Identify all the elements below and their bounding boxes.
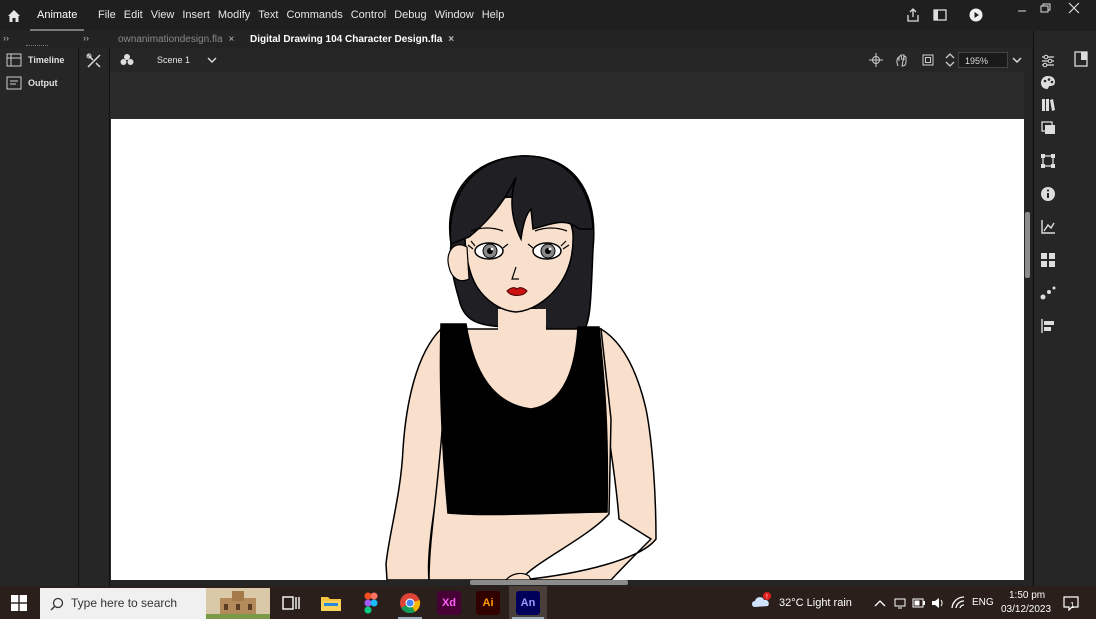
ear	[447, 244, 470, 282]
adobe-illustrator-icon[interactable]: Ai	[476, 591, 500, 615]
rotation-hand-icon[interactable]	[894, 52, 910, 68]
menu-edit[interactable]: Edit	[120, 0, 147, 31]
panel-item-output[interactable]: Output	[6, 74, 58, 92]
taskbar-search-input[interactable]: Type here to search	[40, 588, 270, 619]
windows-start-icon[interactable]	[11, 595, 27, 611]
transform-icon[interactable]	[1039, 152, 1057, 170]
figma-icon[interactable]	[359, 591, 383, 615]
edit-toolbar-icon[interactable]	[86, 53, 102, 69]
menu-debug[interactable]: Debug	[390, 0, 430, 31]
color-palette-icon[interactable]	[1039, 74, 1057, 92]
right-eye-highlight	[548, 247, 552, 251]
left-eye-highlight	[490, 247, 494, 251]
vertical-scroll-thumb[interactable]	[1025, 212, 1030, 278]
timeline-icon	[6, 53, 22, 67]
close-window-icon[interactable]	[1066, 2, 1082, 14]
menu-view[interactable]: View	[147, 0, 179, 31]
input-language[interactable]: ENG	[972, 597, 994, 608]
tab-label: ownanimationdesign.fla	[118, 34, 223, 45]
weather-rain-icon[interactable]: !	[750, 592, 774, 612]
search-placeholder: Type here to search	[71, 596, 178, 610]
tab-ownanimationdesign[interactable]: ownanimationdesign.fla ×	[118, 31, 234, 48]
scene-icon	[120, 54, 134, 65]
close-tab-icon[interactable]: ×	[448, 31, 454, 48]
menu-insert[interactable]: Insert	[178, 0, 214, 31]
document-tab-bar: ›› ›› ownanimationdesign.fla × Digital D…	[0, 31, 1096, 48]
scene-label[interactable]: Scene 1	[157, 55, 190, 65]
horizontal-scroll-thumb[interactable]	[470, 580, 628, 585]
center-stage-icon[interactable]	[869, 53, 883, 67]
network-status-icon[interactable]	[893, 596, 907, 610]
info-icon[interactable]	[1039, 185, 1057, 203]
right-panel	[1033, 31, 1096, 586]
zoom-dropdown-chevron-icon[interactable]	[1012, 56, 1022, 64]
adobe-animate-icon[interactable]: An	[516, 591, 540, 615]
clip-content-icon[interactable]	[921, 53, 935, 67]
task-view-icon[interactable]	[279, 591, 303, 615]
panel-layout-icon[interactable]	[933, 8, 947, 22]
tab-character-design[interactable]: Digital Drawing 104 Character Design.fla…	[250, 31, 454, 48]
character-drawing	[385, 155, 657, 580]
collapse-tools-icon[interactable]: ››	[83, 33, 89, 43]
battery-icon[interactable]	[912, 596, 926, 610]
adobe-xd-icon[interactable]: Xd	[437, 591, 461, 615]
motion-editor-icon[interactable]	[1039, 218, 1057, 236]
file-explorer-icon[interactable]	[319, 591, 343, 615]
menu-file[interactable]: File	[94, 0, 120, 31]
search-icon	[50, 597, 64, 611]
test-movie-play-icon[interactable]	[969, 8, 983, 22]
notification-count: 1	[1070, 601, 1075, 610]
restore-icon[interactable]	[1037, 3, 1053, 15]
wifi-icon[interactable]	[951, 596, 967, 610]
menu-modify[interactable]: Modify	[214, 0, 254, 31]
menu-control[interactable]: Control	[347, 0, 390, 31]
menu-commands[interactable]: Commands	[282, 0, 346, 31]
speaker-icon[interactable]	[930, 596, 944, 610]
align-icon[interactable]	[1039, 317, 1057, 335]
components-icon[interactable]	[1039, 251, 1057, 269]
weather-text[interactable]: 32°C Light rain	[779, 597, 852, 609]
scene-bar: Scene 1	[110, 48, 1032, 72]
panel-item-label: Output	[28, 78, 58, 88]
chevron-down-icon[interactable]	[207, 56, 217, 64]
home-icon[interactable]	[6, 8, 22, 24]
menu-help[interactable]: Help	[478, 0, 509, 31]
clock-time[interactable]: 1:50 pm	[1009, 590, 1045, 601]
motion-presets-icon[interactable]	[1039, 284, 1057, 302]
menu-text[interactable]: Text	[254, 0, 282, 31]
menu-bar: Animate File Edit View Insert Modify Tex…	[0, 0, 1096, 31]
zoom-input[interactable]: 195%	[958, 52, 1008, 68]
minimize-icon[interactable]	[1014, 5, 1030, 17]
share-icon[interactable]	[906, 8, 920, 22]
output-icon	[6, 76, 22, 90]
neck	[498, 309, 546, 343]
properties-sliders-icon[interactable]	[1039, 52, 1057, 70]
collapse-left-icon[interactable]: ››	[3, 33, 9, 43]
properties-panel-icon[interactable]	[1073, 51, 1089, 67]
panel-item-timeline[interactable]: Timeline	[6, 51, 64, 69]
tab-label: Digital Drawing 104 Character Design.fla	[250, 34, 443, 45]
main-menu: File Edit View Insert Modify Text Comman…	[94, 0, 508, 31]
chrome-icon[interactable]	[398, 591, 422, 615]
chevron-up-icon[interactable]	[874, 598, 886, 608]
menu-window[interactable]: Window	[431, 0, 478, 31]
search-highlight-image-icon	[206, 588, 270, 619]
library-icon[interactable]	[1039, 96, 1057, 114]
assets-icon[interactable]	[1039, 119, 1057, 137]
close-tab-icon[interactable]: ×	[229, 31, 235, 48]
clock-date[interactable]: 03/12/2023	[1001, 604, 1051, 615]
vertical-scrollbar[interactable]	[1024, 72, 1032, 580]
stage-canvas[interactable]	[111, 119, 1024, 580]
workspace-tab-animate[interactable]: Animate	[30, 0, 85, 31]
left-panel: Timeline Output	[0, 45, 79, 586]
lips	[506, 287, 528, 296]
tools-panel	[79, 48, 110, 586]
panel-item-label: Timeline	[28, 55, 65, 65]
zoom-stepper-icon[interactable]	[945, 51, 955, 69]
panel-grip[interactable]	[26, 45, 48, 46]
